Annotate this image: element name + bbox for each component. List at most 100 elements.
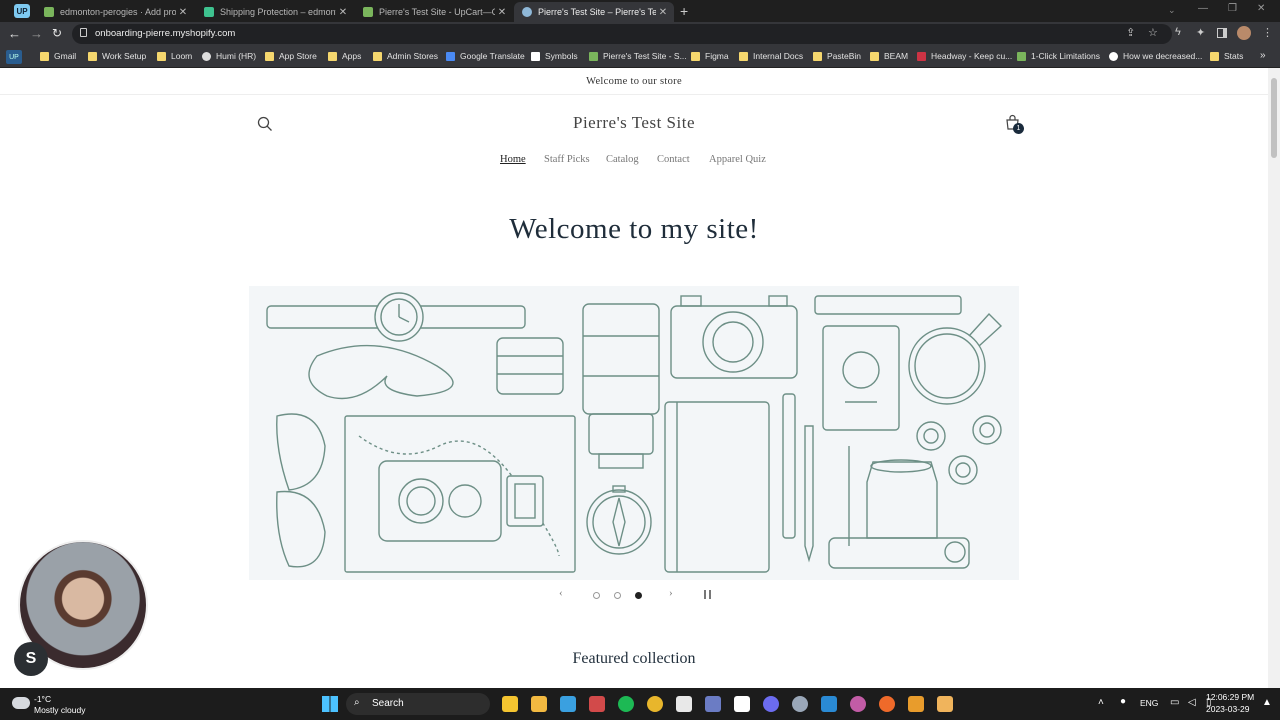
- profile-badge[interactable]: UP: [14, 4, 30, 18]
- bookmark-item[interactable]: Figma: [691, 51, 729, 61]
- slack-icon[interactable]: [676, 696, 692, 712]
- clock-date[interactable]: 2023-03-29: [1206, 704, 1249, 714]
- app-icon[interactable]: [705, 696, 721, 712]
- tab-search-icon[interactable]: ⌄: [1168, 5, 1176, 16]
- start-icon[interactable]: [322, 696, 338, 712]
- bookmark-item[interactable]: Apps: [328, 51, 361, 61]
- chevron-up-icon[interactable]: ˄: [1098, 697, 1104, 708]
- chrome-icon[interactable]: [647, 696, 663, 712]
- browser-tab[interactable]: Pierre's Test Site - UpCart—Cart I...✕: [355, 2, 513, 22]
- next-slide-icon[interactable]: ›: [669, 587, 673, 599]
- store-logo[interactable]: Pierre's Test Site: [0, 113, 1268, 133]
- vscode-icon[interactable]: [821, 696, 837, 712]
- spotify-icon[interactable]: [618, 696, 634, 712]
- bookmark-item[interactable]: Google Translate: [446, 51, 525, 61]
- calendar-app-icon[interactable]: [560, 696, 576, 712]
- back-icon[interactable]: ←: [8, 26, 21, 41]
- more-bookmarks-icon[interactable]: »: [1260, 50, 1266, 61]
- notion-icon[interactable]: [734, 696, 750, 712]
- browser-tab[interactable]: edmonton-perogies · Add produ...✕: [36, 2, 194, 22]
- clock-time[interactable]: 12:06:29 PM: [1206, 692, 1254, 702]
- app-icon[interactable]: [908, 696, 924, 712]
- bookmark-item[interactable]: Internal Docs: [739, 51, 803, 61]
- new-tab-button[interactable]: +: [680, 3, 688, 19]
- bookmark-item[interactable]: Gmail: [40, 51, 76, 61]
- maximize-button[interactable]: ❐: [1228, 3, 1237, 14]
- browser-tab[interactable]: Shipping Protection – edmonton...✕: [196, 2, 354, 22]
- forward-icon[interactable]: →: [30, 26, 43, 41]
- shopify-logo: S: [14, 642, 48, 676]
- snipping-tool-icon[interactable]: [589, 696, 605, 712]
- share-icon[interactable]: ⇪: [1126, 26, 1135, 39]
- bookmark-item[interactable]: Pierre's Test Site - S...: [589, 51, 687, 61]
- folder-icon: [40, 51, 49, 61]
- folder-icon: [739, 51, 748, 61]
- menu-icon[interactable]: ⋮: [1262, 26, 1273, 39]
- bookmark-item[interactable]: Symbols: [531, 51, 578, 61]
- settings-icon[interactable]: [792, 696, 808, 712]
- weather-icon[interactable]: [12, 697, 30, 709]
- close-tab-icon[interactable]: ✕: [656, 7, 670, 18]
- bookmark-up-badge[interactable]: UP: [6, 50, 22, 64]
- pause-icon[interactable]: [704, 590, 711, 599]
- address-bar[interactable]: [72, 24, 1172, 44]
- file-explorer-icon[interactable]: [531, 696, 547, 712]
- app-icon[interactable]: [850, 696, 866, 712]
- hero-image: [266, 292, 1003, 573]
- url-text[interactable]: onboarding-pierre.myshopify.com: [95, 28, 235, 39]
- mic-icon[interactable]: ●: [1120, 696, 1126, 707]
- bookmark-star-icon[interactable]: ☆: [1148, 26, 1158, 39]
- reload-icon[interactable]: ↻: [52, 26, 62, 40]
- slide-dot-3-active[interactable]: [635, 592, 642, 599]
- hero-heading: Welcome to my site!: [509, 213, 759, 245]
- bookmarks-bar: UP Gmail Work Setup Loom Humi (HR) App S…: [0, 46, 1280, 68]
- avatar[interactable]: [1237, 26, 1251, 40]
- globe-icon: [202, 51, 211, 61]
- announcement-bar: Welcome to our store: [0, 68, 1268, 95]
- bookmark-item[interactable]: App Store: [265, 51, 317, 61]
- weather-desc[interactable]: Mostly cloudy: [34, 705, 86, 715]
- close-tab-icon[interactable]: ✕: [176, 7, 190, 18]
- nav-staff-picks[interactable]: Staff Picks: [544, 154, 590, 165]
- lock-icon[interactable]: [80, 28, 87, 37]
- app-icon[interactable]: [937, 696, 953, 712]
- bookmark-item[interactable]: Admin Stores: [373, 51, 438, 61]
- bookmark-item[interactable]: How we decreased...: [1109, 51, 1202, 61]
- weather-temp[interactable]: -1°C: [34, 694, 51, 704]
- network-icon[interactable]: ▭: [1170, 697, 1179, 708]
- bookmark-item[interactable]: Loom: [157, 51, 192, 61]
- scrollbar-thumb[interactable]: [1271, 78, 1277, 158]
- headway-icon: [917, 51, 926, 61]
- featured-collection-heading: Featured collection: [572, 650, 696, 667]
- bookmark-item[interactable]: Humi (HR): [202, 51, 256, 61]
- notes-app-icon[interactable]: [502, 696, 518, 712]
- side-panel-icon[interactable]: [1217, 28, 1227, 38]
- prev-slide-icon[interactable]: ‹: [559, 587, 563, 599]
- language-indicator[interactable]: ENG: [1140, 698, 1158, 708]
- linear-icon[interactable]: [763, 696, 779, 712]
- close-window-button[interactable]: ✕: [1257, 3, 1265, 14]
- nav-home[interactable]: Home: [500, 154, 526, 165]
- puzzle-icon[interactable]: ✦: [1196, 26, 1205, 39]
- bookmark-item[interactable]: Work Setup: [88, 51, 146, 61]
- minimize-button[interactable]: —: [1198, 3, 1208, 14]
- page-scrollbar[interactable]: [1268, 68, 1280, 688]
- volume-icon[interactable]: ◁: [1188, 697, 1196, 708]
- taskbar-search[interactable]: ⌕ Search: [346, 693, 490, 715]
- bookmark-item[interactable]: Headway - Keep cu...: [917, 51, 1012, 61]
- firefox-icon[interactable]: [879, 696, 895, 712]
- nav-apparel-quiz[interactable]: Apparel Quiz: [709, 154, 766, 165]
- bookmark-item[interactable]: 1-Click Limitations: [1017, 51, 1100, 61]
- slide-dot-1[interactable]: [593, 592, 600, 599]
- notification-bell-icon[interactable]: ▲: [1262, 697, 1272, 708]
- bookmark-item[interactable]: PasteBin: [813, 51, 861, 61]
- close-tab-icon[interactable]: ✕: [336, 7, 350, 18]
- bookmark-item[interactable]: Stats: [1210, 51, 1243, 61]
- slide-dot-2[interactable]: [614, 592, 621, 599]
- extension-icon[interactable]: ϟ: [1175, 26, 1181, 38]
- nav-catalog[interactable]: Catalog: [606, 154, 639, 165]
- nav-contact[interactable]: Contact: [657, 154, 690, 165]
- close-tab-icon[interactable]: ✕: [495, 7, 509, 18]
- browser-tab-active[interactable]: Pierre's Test Site – Pierre's Test Si...…: [514, 2, 674, 22]
- bookmark-item[interactable]: BEAM: [870, 51, 908, 61]
